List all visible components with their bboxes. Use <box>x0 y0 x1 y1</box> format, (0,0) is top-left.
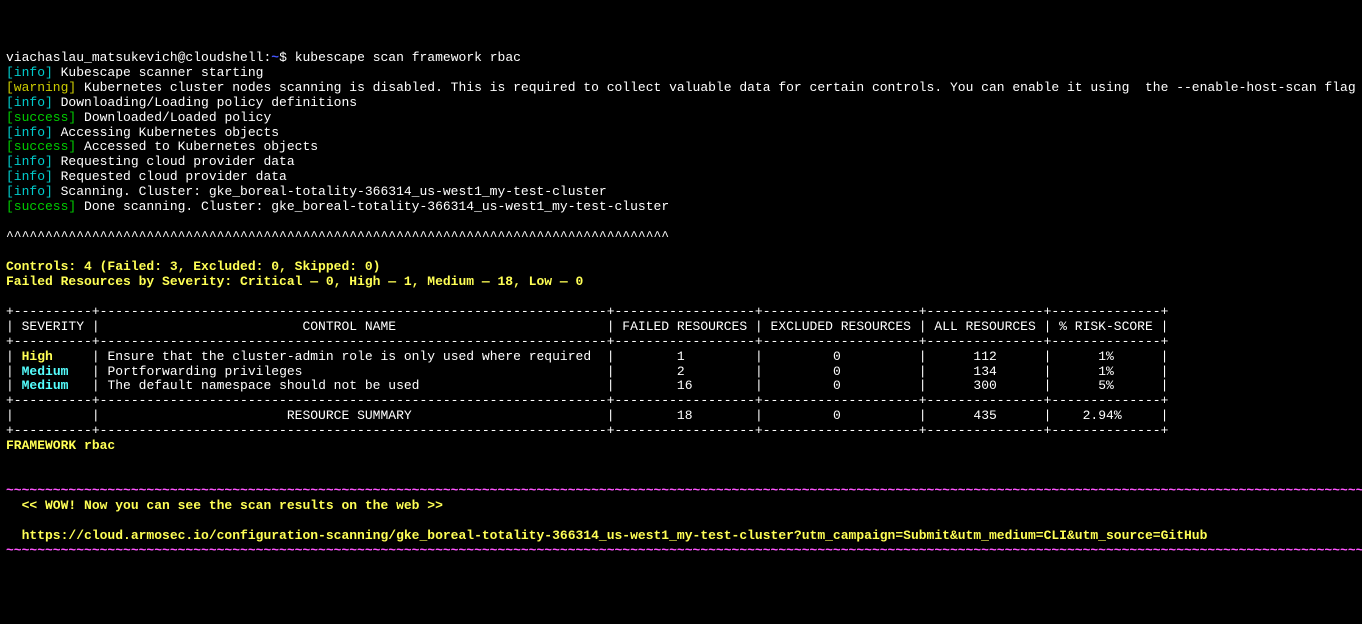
terminal-line <box>6 454 1356 469</box>
terminal-line: [success] Accessed to Kubernetes objects <box>6 140 1356 155</box>
table-row: | High | Ensure that the cluster-admin r… <box>6 350 1356 365</box>
log-tag-success: [success] <box>6 199 76 214</box>
terminal-line: [warning] Kubernetes cluster nodes scann… <box>6 81 1356 96</box>
log-tag-warning: [warning] <box>6 80 76 95</box>
failed-cell: 2 <box>622 364 747 379</box>
log-tag-success: [success] <box>6 110 76 125</box>
table-border: +----------+----------------------------… <box>6 305 1356 320</box>
log-text: Kubescape scanner starting <box>53 65 264 80</box>
log-text: Requesting cloud provider data <box>53 154 295 169</box>
terminal-line <box>6 469 1356 484</box>
severity-cell: High <box>22 349 84 364</box>
log-text: Downloading/Loading policy definitions <box>53 95 357 110</box>
terminal-line: [success] Done scanning. Cluster: gke_bo… <box>6 200 1356 215</box>
table-summary-row: | | RESOURCE SUMMARY | 18 | 0 | 435 | 2.… <box>6 409 1356 424</box>
terminal-line: [info] Kubescape scanner starting <box>6 66 1356 81</box>
framework-line: FRAMEWORK rbac <box>6 439 1356 454</box>
log-text: Accessing Kubernetes objects <box>53 125 279 140</box>
command: kubescape scan framework rbac <box>295 50 521 65</box>
log-text: Scanning. Cluster: gke_boreal-totality-3… <box>53 184 607 199</box>
failed-cell: 16 <box>622 378 747 393</box>
log-text: Requested cloud provider data <box>53 169 287 184</box>
wow-line: << WOW! Now you can see the scan results… <box>6 499 1356 514</box>
log-text: Done scanning. Cluster: gke_boreal-total… <box>76 199 669 214</box>
controls-summary: Controls: 4 (Failed: 3, Excluded: 0, Ski… <box>6 260 1356 275</box>
log-tag-info: [info] <box>6 95 53 110</box>
risk-cell: 1% <box>1059 364 1153 379</box>
log-tag-success: [success] <box>6 139 76 154</box>
summary-label: RESOURCE SUMMARY <box>107 408 598 423</box>
shell-user-host: viachaslau_matsukevich@cloudshell <box>6 50 263 65</box>
table-border: +----------+----------------------------… <box>6 335 1356 350</box>
risk-cell: 5% <box>1059 378 1153 393</box>
table-row: | Medium | Portforwarding privileges | 2… <box>6 365 1356 380</box>
log-text: Downloaded/Loaded policy <box>76 110 271 125</box>
terminal-line: viachaslau_matsukevich@cloudshell:~$ kub… <box>6 51 1356 66</box>
log-tag-info: [info] <box>6 184 53 199</box>
excluded-cell: 0 <box>771 349 911 364</box>
risk-cell: 1% <box>1059 349 1153 364</box>
log-tag-info: [info] <box>6 125 53 140</box>
excluded-cell: 0 <box>771 378 911 393</box>
terminal-line <box>6 514 1356 529</box>
terminal-line: [info] Accessing Kubernetes objects <box>6 126 1356 141</box>
terminal-output[interactable]: viachaslau_matsukevich@cloudshell:~$ kub… <box>6 51 1356 559</box>
summary-excluded: 0 <box>771 408 911 423</box>
terminal-line <box>6 245 1356 260</box>
all-cell: 300 <box>934 378 1035 393</box>
summary-risk: 2.94% <box>1059 408 1153 423</box>
log-tag-info: [info] <box>6 154 53 169</box>
terminal-line: [info] Scanning. Cluster: gke_boreal-tot… <box>6 185 1356 200</box>
separator-tilde: ~~~~~~~~~~~~~~~~~~~~~~~~~~~~~~~~~~~~~~~~… <box>6 484 1356 499</box>
table-border: +----------+----------------------------… <box>6 424 1356 439</box>
terminal-line <box>6 215 1356 230</box>
table-border: +----------+----------------------------… <box>6 394 1356 409</box>
control-name-cell: Portforwarding privileges <box>107 364 598 379</box>
separator-carets: ^^^^^^^^^^^^^^^^^^^^^^^^^^^^^^^^^^^^^^^^… <box>6 230 1356 245</box>
log-tag-info: [info] <box>6 169 53 184</box>
terminal-line <box>6 290 1356 305</box>
terminal-line: [info] Requested cloud provider data <box>6 170 1356 185</box>
terminal-line: [info] Requesting cloud provider data <box>6 155 1356 170</box>
terminal-line: [success] Downloaded/Loaded policy <box>6 111 1356 126</box>
failed-cell: 1 <box>622 349 747 364</box>
table-row: | Medium | The default namespace should … <box>6 379 1356 394</box>
control-name-cell: The default namespace should not be used <box>107 378 598 393</box>
severity-cell: Medium <box>22 378 84 393</box>
severity-summary: Failed Resources by Severity: Critical —… <box>6 275 1356 290</box>
control-name-cell: Ensure that the cluster-admin role is on… <box>107 349 598 364</box>
summary-failed: 18 <box>622 408 747 423</box>
excluded-cell: 0 <box>771 364 911 379</box>
table-header: | SEVERITY | CONTROL NAME | FAILED RESOU… <box>6 320 1356 335</box>
summary-all: 435 <box>934 408 1035 423</box>
shell-path: ~ <box>271 50 279 65</box>
all-cell: 134 <box>934 364 1035 379</box>
separator-tilde: ~~~~~~~~~~~~~~~~~~~~~~~~~~~~~~~~~~~~~~~~… <box>6 544 1356 559</box>
severity-cell: Medium <box>22 364 84 379</box>
log-text: Kubernetes cluster nodes scanning is dis… <box>76 80 1355 95</box>
terminal-line: [info] Downloading/Loading policy defini… <box>6 96 1356 111</box>
log-text: Accessed to Kubernetes objects <box>76 139 318 154</box>
result-url: https://cloud.armosec.io/configuration-s… <box>6 529 1356 544</box>
all-cell: 112 <box>934 349 1035 364</box>
log-tag-info: [info] <box>6 65 53 80</box>
